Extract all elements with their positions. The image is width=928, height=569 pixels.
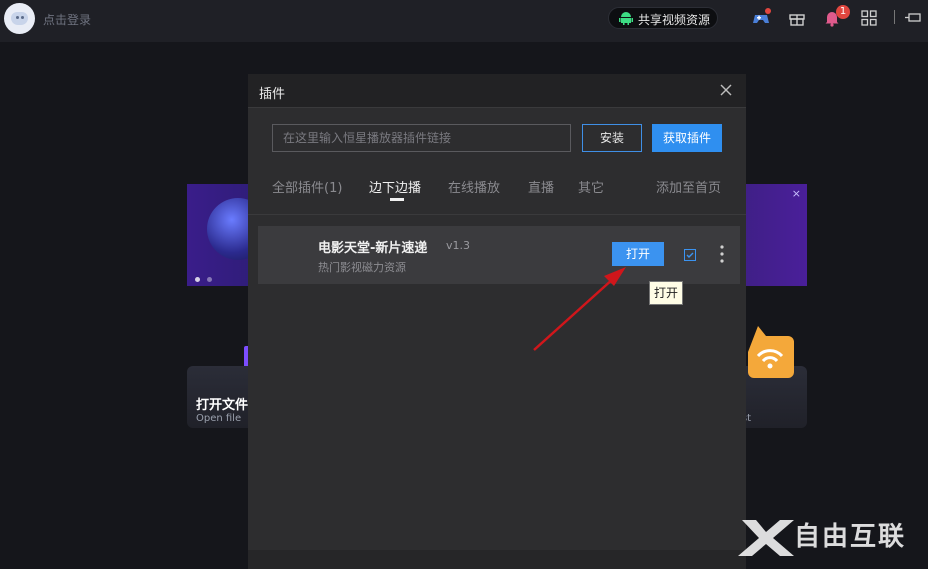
tab-download-play[interactable]: 边下边播 bbox=[369, 177, 421, 196]
plugin-list-item[interactable]: 电影天堂-新片速递 v1.3 热门影视磁力资源 打开 bbox=[258, 226, 740, 284]
checkmark-icon bbox=[686, 252, 694, 258]
avatar[interactable] bbox=[4, 3, 35, 34]
dialog-footer bbox=[248, 550, 746, 569]
login-link[interactable]: 点击登录 bbox=[43, 11, 91, 28]
more-options-icon[interactable] bbox=[720, 244, 724, 264]
plugin-checkbox[interactable] bbox=[684, 249, 696, 261]
dialog-title: 插件 bbox=[259, 87, 286, 102]
install-button[interactable]: 安装 bbox=[582, 124, 642, 152]
open-tooltip: 打开 bbox=[649, 281, 683, 305]
avatar-eye-icon bbox=[21, 16, 24, 19]
tab-live[interactable]: 直播 bbox=[528, 177, 554, 196]
tabs-divider bbox=[248, 214, 746, 215]
android-icon bbox=[619, 12, 633, 25]
game-alert-dot bbox=[765, 8, 771, 14]
open-file-subtitle: Open file bbox=[196, 413, 242, 424]
plugin-name: 电影天堂-新片速递 bbox=[318, 241, 428, 256]
carousel-dot[interactable] bbox=[195, 277, 200, 282]
tab-online-play[interactable]: 在线播放 bbox=[448, 177, 500, 196]
banner-close-icon[interactable]: × bbox=[792, 187, 801, 200]
open-plugin-button[interactable]: 打开 bbox=[612, 242, 664, 266]
plugin-link-input[interactable] bbox=[272, 124, 571, 152]
add-to-home-link[interactable]: 添加至首页 bbox=[656, 177, 721, 196]
watermark-text: 自由互联 bbox=[794, 522, 907, 552]
tab-all-plugins[interactable]: 全部插件(1) bbox=[272, 177, 342, 196]
share-video-label: 共享视频资源 bbox=[638, 13, 711, 27]
share-video-button[interactable]: 共享视频资源 bbox=[608, 7, 718, 29]
avatar-eye-icon bbox=[16, 16, 19, 19]
carousel-dot[interactable] bbox=[207, 277, 212, 282]
plugin-dialog: 插件 安装 获取插件 全部插件(1) 边下边播 在线播放 直播 其它 添加至首页… bbox=[248, 74, 746, 569]
grid-icon[interactable] bbox=[860, 9, 878, 27]
tab-other[interactable]: 其它 bbox=[578, 177, 604, 196]
plugin-version: v1.3 bbox=[446, 239, 471, 252]
avatar-face-icon bbox=[11, 12, 28, 25]
gift-icon[interactable] bbox=[788, 9, 806, 27]
top-bar: 点击登录 共享视频资源 1 bbox=[0, 0, 928, 42]
toolbar-divider bbox=[894, 10, 895, 24]
open-file-title: 打开文件 bbox=[196, 398, 249, 413]
wifi-icon bbox=[748, 326, 794, 378]
active-tab-indicator bbox=[390, 198, 404, 201]
notification-badge: 1 bbox=[836, 5, 850, 19]
mini-mode-icon[interactable] bbox=[904, 9, 922, 27]
close-icon[interactable] bbox=[718, 82, 734, 98]
dialog-header: 插件 bbox=[248, 74, 746, 108]
get-plugins-button[interactable]: 获取插件 bbox=[652, 124, 722, 152]
plugin-description: 热门影视磁力资源 bbox=[318, 261, 406, 274]
